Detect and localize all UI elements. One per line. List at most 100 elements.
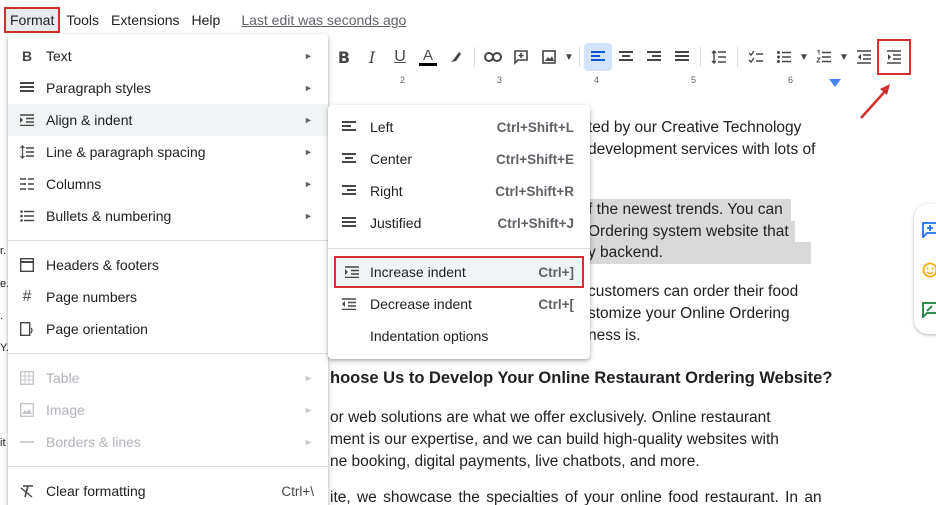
submenu-item-indentation-options[interactable]: Indentation options — [328, 320, 590, 352]
menu-item-shortcut: Ctrl+Shift+J — [497, 215, 574, 231]
menu-item-columns[interactable]: Columns ► — [8, 168, 328, 200]
menu-help[interactable]: Help — [186, 7, 227, 33]
menu-item-image: Image ► — [8, 394, 328, 426]
chevron-down-icon[interactable]: ▼ — [563, 43, 575, 71]
menu-item-page-numbers[interactable]: # Page numbers — [8, 281, 328, 313]
align-left-icon[interactable] — [584, 43, 612, 71]
menu-item-label: Image — [46, 402, 85, 418]
menu-item-headers-footers[interactable]: Headers & footers — [8, 249, 328, 281]
hash-icon: # — [22, 288, 32, 305]
format-menu: B Text ► Paragraph styles ► Align & inde… — [8, 34, 328, 505]
numbered-list-icon[interactable] — [810, 43, 838, 71]
suggest-edit-icon[interactable] — [922, 302, 936, 320]
menu-format[interactable]: Format — [4, 7, 61, 33]
link-icon[interactable] — [479, 43, 507, 71]
menu-item-label: Align & indent — [46, 112, 133, 128]
line-spacing-icon[interactable] — [705, 43, 733, 71]
menu-item-label: Bullets & numbering — [46, 208, 172, 224]
right-indent-marker[interactable] — [829, 79, 841, 87]
last-edit-link[interactable]: Last edit was seconds ago — [241, 12, 406, 28]
submenu-item-center[interactable]: Center Ctrl+Shift+E — [328, 143, 590, 175]
clear-formatting-icon — [8, 484, 46, 498]
doc-line: development services with lots of — [588, 141, 816, 158]
menu-item-label: Line & paragraph spacing — [46, 144, 206, 160]
submenu-item-decrease-indent[interactable]: Decrease indent Ctrl+[ — [328, 288, 590, 320]
bullet-list-icon[interactable] — [770, 43, 798, 71]
align-right-icon[interactable] — [640, 43, 668, 71]
checklist-icon[interactable] — [742, 43, 770, 71]
underline-icon[interactable]: U — [386, 43, 414, 71]
side-panel — [914, 204, 936, 334]
increase-indent-icon[interactable] — [877, 39, 911, 75]
menu-item-paragraph-styles[interactable]: Paragraph styles ► — [8, 72, 328, 104]
justify-icon[interactable] — [668, 43, 696, 71]
align-indent-submenu: Left Ctrl+Shift+L Center Ctrl+Shift+E Ri… — [328, 105, 590, 359]
menu-item-bullets[interactable]: Bullets & numbering ► — [8, 200, 328, 232]
chevron-down-icon[interactable]: ▼ — [838, 43, 850, 71]
menu-item-borders: Borders & lines ► — [8, 426, 328, 458]
menu-item-shortcut: Ctrl+Shift+E — [495, 151, 574, 167]
italic-icon[interactable]: I — [358, 43, 386, 71]
doc-line-selected: f the newest trends. You can — [588, 199, 791, 221]
ruler[interactable]: 2 3 4 5 6 — [330, 75, 936, 89]
menu-item-label: Columns — [46, 176, 102, 192]
left-fragment: r. — [0, 245, 7, 257]
submenu-arrow-icon: ► — [304, 51, 313, 61]
menu-item-label: Table — [46, 370, 80, 386]
menu-item-table: Table ► — [8, 362, 328, 394]
menu-divider — [8, 240, 328, 241]
menu-tools[interactable]: Tools — [60, 7, 105, 33]
ruler-number: 6 — [788, 75, 794, 85]
text-color-icon[interactable]: A — [414, 43, 442, 71]
comment-icon[interactable] — [507, 43, 535, 71]
menu-item-page-orientation[interactable]: Page orientation — [8, 313, 328, 345]
menu-item-label: Clear formatting — [46, 483, 146, 499]
submenu-arrow-icon: ► — [304, 373, 313, 383]
menu-item-label: Increase indent — [370, 264, 466, 280]
add-comment-icon[interactable] — [922, 222, 936, 240]
submenu-item-increase-indent[interactable]: Increase indent Ctrl+] — [334, 256, 584, 288]
menu-item-line-spacing[interactable]: Line & paragraph spacing ► — [8, 136, 328, 168]
borders-icon — [8, 440, 46, 444]
menu-item-shortcut: Ctrl+\ — [281, 483, 314, 499]
menu-divider — [328, 248, 590, 249]
left-fragment: . — [0, 310, 4, 322]
menu-item-text[interactable]: B Text ► — [8, 40, 328, 72]
ruler-number: 4 — [594, 75, 600, 85]
left-fragment: e. — [0, 278, 10, 290]
chevron-down-icon[interactable]: ▼ — [798, 43, 810, 71]
toolbar-divider — [700, 47, 701, 67]
submenu-item-right[interactable]: Right Ctrl+Shift+R — [328, 175, 590, 207]
menu-item-clear-formatting[interactable]: Clear formatting Ctrl+\ — [8, 475, 328, 505]
page-orientation-icon — [8, 322, 46, 336]
doc-line: ment is our expertise, and we can build … — [330, 431, 779, 448]
submenu-arrow-icon: ► — [304, 437, 313, 447]
bullets-icon — [8, 210, 46, 222]
menu-item-label: Page numbers — [46, 289, 138, 305]
image-icon[interactable] — [535, 43, 563, 71]
image-icon — [8, 403, 46, 417]
menu-divider — [8, 466, 328, 467]
submenu-item-left[interactable]: Left Ctrl+Shift+L — [328, 111, 590, 143]
menu-extensions[interactable]: Extensions — [105, 7, 185, 33]
doc-line: ne booking, digital payments, live chatb… — [330, 453, 700, 470]
justify-icon — [328, 217, 370, 229]
menu-item-label: Paragraph styles — [46, 80, 152, 96]
text-color-letter: A — [422, 46, 433, 64]
doc-line: or web solutions are what we offer exclu… — [330, 409, 771, 426]
align-center-icon[interactable] — [612, 43, 640, 71]
bold-icon[interactable]: B — [330, 43, 358, 71]
submenu-arrow-icon: ► — [304, 83, 313, 93]
emoji-icon[interactable] — [922, 262, 936, 278]
align-left-icon — [328, 121, 370, 133]
app-root: Format Tools Extensions Help Last edit w… — [0, 0, 936, 505]
paragraph-styles-icon — [8, 82, 46, 94]
toolbar-divider — [474, 47, 475, 67]
highlight-icon[interactable] — [442, 43, 470, 71]
decrease-indent-icon[interactable] — [850, 43, 878, 71]
doc-line: ness is. — [588, 327, 641, 344]
table-icon — [8, 371, 46, 385]
menu-item-align-indent[interactable]: Align & indent ► — [8, 104, 328, 136]
menu-item-label: Headers & footers — [46, 257, 159, 273]
submenu-item-justified[interactable]: Justified Ctrl+Shift+J — [328, 207, 590, 239]
